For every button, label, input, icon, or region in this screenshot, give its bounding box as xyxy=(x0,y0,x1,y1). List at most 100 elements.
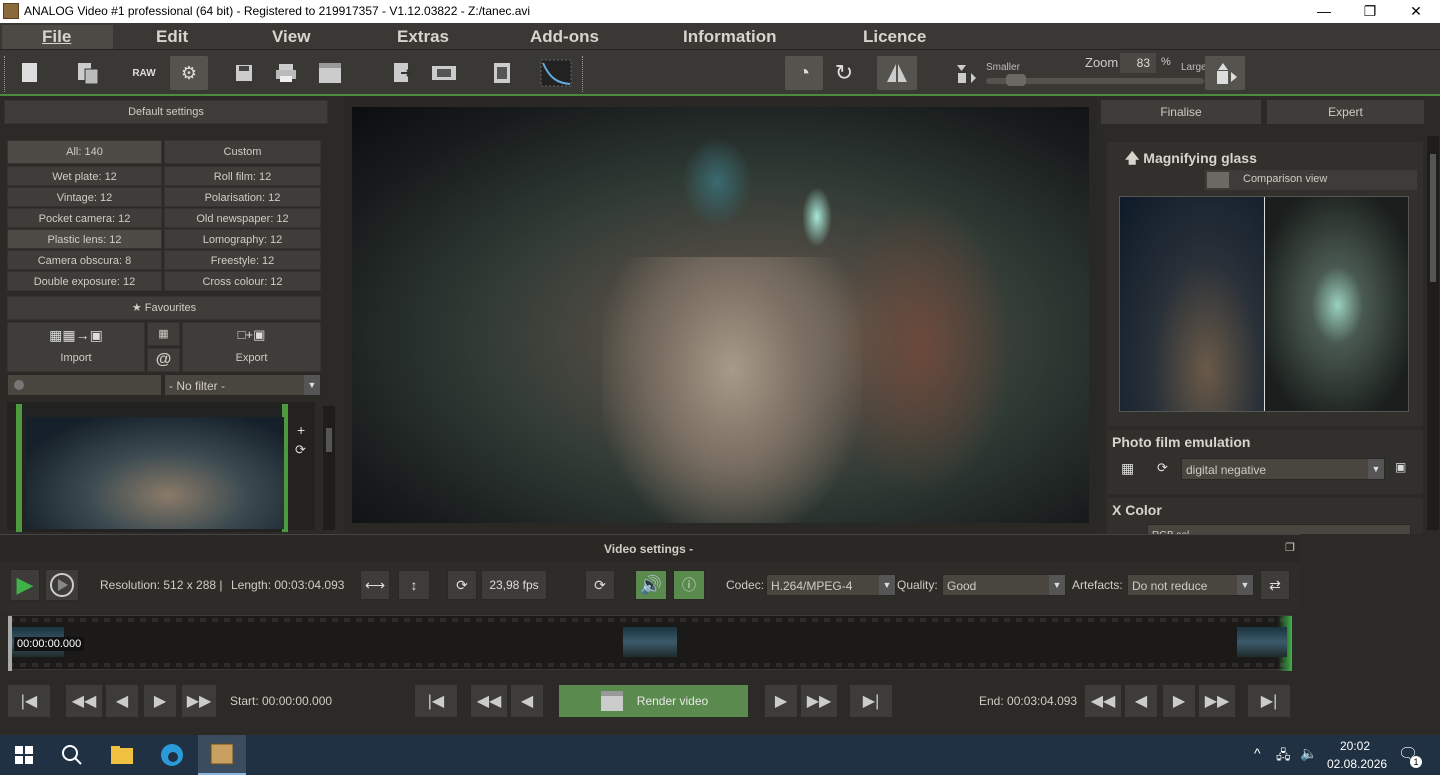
settings-gears-icon[interactable]: ⚙ xyxy=(170,56,208,90)
preset-thumbnail-selected[interactable] xyxy=(16,404,288,532)
preset-category-button[interactable]: Freestyle: 12 xyxy=(164,250,321,270)
zoom-slider-knob[interactable] xyxy=(1005,74,1026,86)
step-back-icon[interactable]: ◀ xyxy=(511,685,543,717)
film-preview-icon[interactable]: ▣ xyxy=(1395,460,1406,474)
magnifying-glass-title[interactable]: 🡅 Magnifying glass xyxy=(1125,148,1257,172)
film-frame-icon[interactable] xyxy=(486,56,518,90)
render-video-button[interactable]: Render video xyxy=(559,685,748,717)
preset-category-button[interactable]: Vintage: 12 xyxy=(7,187,162,207)
filter-dropdown[interactable]: - No filter - ▼ xyxy=(164,374,321,396)
preset-category-button[interactable]: Roll film: 12 xyxy=(164,166,321,186)
refresh-icon[interactable]: ⟳ xyxy=(447,570,477,600)
preset-category-button[interactable]: Custom xyxy=(164,140,321,164)
scrollbar-thumb[interactable] xyxy=(326,428,332,452)
network-icon[interactable]: 🖧 xyxy=(1276,746,1291,768)
play-icon[interactable]: ▶ xyxy=(10,569,40,601)
search-icon[interactable] xyxy=(48,735,96,775)
raw-settings-icon[interactable]: RAW xyxy=(128,56,160,90)
detach-icon[interactable]: ❐ xyxy=(1285,541,1295,554)
compare-split-icon[interactable] xyxy=(877,56,917,90)
audio-speaker-icon[interactable]: 🔊 xyxy=(635,570,667,600)
analog-video-taskbar-icon[interactable] xyxy=(198,735,246,775)
menu-view[interactable]: View xyxy=(262,25,320,49)
preset-category-button[interactable]: Polarisation: 12 xyxy=(164,187,321,207)
film-preset-dropdown[interactable]: digital negative ▼ xyxy=(1181,458,1385,480)
menu-extras[interactable]: Extras xyxy=(387,25,459,49)
zoom-value-field[interactable]: 83 xyxy=(1120,53,1156,73)
preset-category-button[interactable]: Cross colour: 12 xyxy=(164,271,321,291)
menu-file[interactable]: File xyxy=(2,25,113,49)
fast-forward-icon[interactable]: ▶▶ xyxy=(1199,685,1235,717)
print-icon[interactable] xyxy=(270,56,302,90)
play-icon[interactable]: ▶ xyxy=(765,685,797,717)
fit-width-icon[interactable]: ⟷ xyxy=(360,570,390,600)
menu-addons[interactable]: Add-ons xyxy=(520,25,609,49)
preset-category-button[interactable]: Camera obscura: 8 xyxy=(7,250,162,270)
info-icon[interactable]: ⓘ xyxy=(673,570,705,600)
step-forward-icon[interactable]: ▶ xyxy=(1163,685,1195,717)
volume-icon[interactable]: 🔈 xyxy=(1300,745,1317,762)
save-icon[interactable] xyxy=(228,56,260,90)
favourites-button[interactable]: ★ Favourites xyxy=(7,296,321,320)
go-to-start-icon[interactable]: |◀ xyxy=(415,685,457,717)
scrollbar-thumb[interactable] xyxy=(1430,154,1436,282)
preset-category-button[interactable]: Pocket camera: 12 xyxy=(7,208,162,228)
export-button[interactable]: □+▣ Export xyxy=(182,322,321,372)
comparison-view-toggle[interactable] xyxy=(1207,172,1229,188)
close-button[interactable]: ✕ xyxy=(1393,0,1439,23)
step-forward-icon[interactable]: ▶ xyxy=(144,685,176,717)
fast-rewind-icon[interactable]: ◀◀ xyxy=(471,685,507,717)
import-button[interactable]: ▦▦→▣ Import xyxy=(7,322,145,372)
restore-button[interactable]: ❐ xyxy=(1347,0,1393,23)
preset-search-input[interactable] xyxy=(7,374,162,396)
go-to-end-icon[interactable]: ▶| xyxy=(1248,685,1290,717)
default-settings-button[interactable]: Default settings xyxy=(4,100,328,124)
magnifier-preview[interactable] xyxy=(1119,196,1409,412)
minimize-button[interactable]: — xyxy=(1301,0,1347,23)
fast-forward-icon[interactable]: ▶▶ xyxy=(182,685,216,717)
menu-edit[interactable]: Edit xyxy=(146,25,198,49)
effects-scrollbar[interactable] xyxy=(1427,136,1439,530)
step-back-icon[interactable]: ◀ xyxy=(1125,685,1157,717)
open-batch-icon[interactable] xyxy=(72,56,104,90)
edge-browser-icon[interactable] xyxy=(148,735,196,775)
swap-icon[interactable]: ⇄ xyxy=(1260,570,1290,600)
menu-licence[interactable]: Licence xyxy=(853,25,936,49)
email-at-button[interactable]: @ xyxy=(147,348,180,372)
x-color-dropdown[interactable]: RGB sel... xyxy=(1147,524,1411,534)
preset-category-button[interactable]: Double exposure: 12 xyxy=(7,271,162,291)
preset-category-button[interactable]: Lomography: 12 xyxy=(164,229,321,249)
go-to-end-icon[interactable]: ▶| xyxy=(850,685,892,717)
refresh-icon[interactable]: ⟳ xyxy=(585,570,615,600)
artefacts-dropdown[interactable]: Do not reduce ▼ xyxy=(1127,574,1254,596)
fps-field[interactable]: 23,98 fps xyxy=(481,570,547,600)
clock-time[interactable]: 20:02 xyxy=(1340,739,1370,753)
fast-rewind-icon[interactable]: ◀◀ xyxy=(66,685,102,717)
step-back-icon[interactable]: ◀ xyxy=(106,685,138,717)
play-compare-icon[interactable] xyxy=(45,569,79,601)
new-file-icon[interactable] xyxy=(14,56,46,90)
fit-height-icon[interactable]: ↕ xyxy=(398,570,430,600)
refresh-icon[interactable]: ⟳ xyxy=(1157,460,1168,476)
redo-icon[interactable]: ↻ xyxy=(828,56,860,90)
grid-search-icon[interactable]: ▦ xyxy=(147,322,180,346)
zoom-in-icon[interactable] xyxy=(1205,56,1245,90)
zoom-out-icon[interactable] xyxy=(950,56,982,90)
menu-information[interactable]: Information xyxy=(673,25,787,49)
codec-dropdown[interactable]: H.264/MPEG-4 ▼ xyxy=(766,574,896,596)
preset-category-button[interactable]: All: 140 xyxy=(7,140,162,164)
fast-rewind-icon[interactable]: ◀◀ xyxy=(1085,685,1121,717)
fast-forward-icon[interactable]: ▶▶ xyxy=(801,685,837,717)
file-explorer-icon[interactable] xyxy=(98,735,146,775)
history-clock-icon[interactable]: ◔ xyxy=(785,56,823,90)
tray-overflow-icon[interactable]: ^ xyxy=(1254,745,1261,761)
clock-date[interactable]: 02.08.2026 xyxy=(1327,757,1387,771)
filmstrip-icon[interactable] xyxy=(428,56,460,90)
refresh-icon[interactable]: ⟳ xyxy=(295,442,306,458)
add-favourite-icon[interactable]: + xyxy=(297,422,305,438)
preset-scrollbar[interactable] xyxy=(323,406,335,530)
go-to-start-icon[interactable]: |◀ xyxy=(8,685,50,717)
tab-expert[interactable]: Expert xyxy=(1267,100,1424,124)
export-file-icon[interactable] xyxy=(386,56,418,90)
tab-finalise[interactable]: Finalise xyxy=(1101,100,1261,124)
